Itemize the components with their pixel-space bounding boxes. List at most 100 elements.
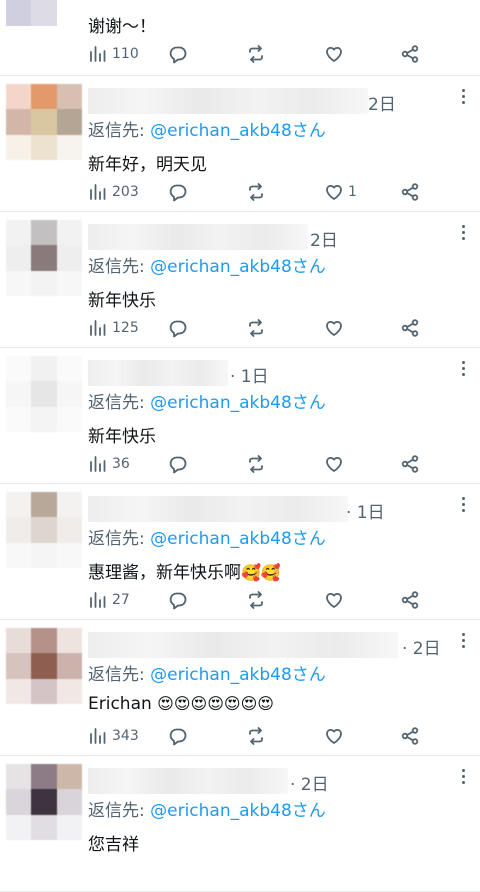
more-dots-icon[interactable] [460,630,466,651]
like-button[interactable] [324,44,348,64]
post-text: 谢谢～！ [88,17,156,37]
more-dots-icon[interactable] [460,766,466,787]
heart-icon [324,454,344,474]
author-name-blurred[interactable] [88,360,228,386]
views-button[interactable]: 110 [88,44,139,64]
share-button[interactable] [400,454,420,474]
share-button[interactable] [400,44,420,64]
reply-handle-link[interactable]: @erichan_akb48さん [150,665,326,685]
action-bar: 36 [88,454,480,478]
share-icon [400,590,420,610]
like-button[interactable] [324,318,348,338]
avatar[interactable] [6,764,82,840]
repost-button[interactable] [246,454,266,474]
share-button[interactable] [400,590,420,610]
reply-button[interactable] [168,318,188,338]
author-name-blurred[interactable] [88,224,308,250]
views-button[interactable]: 36 [88,454,130,474]
more-dots-icon[interactable] [460,222,466,243]
post-timestamp[interactable]: · 2日 [290,770,329,795]
views-button[interactable]: 125 [88,318,139,338]
reply-handle-link[interactable]: @erichan_akb48さん [150,801,326,821]
like-button[interactable] [324,726,348,746]
repost-arrows-icon [246,182,266,202]
avatar[interactable] [6,84,82,160]
reply-prefix: 返信先: [88,121,151,141]
like-button[interactable] [324,454,348,474]
repost-arrows-icon [246,318,266,338]
reply-post[interactable]: 2日返信先: @erichan_akb48さん新年好，明天见 203 1 [0,76,480,212]
bar-chart-icon [88,318,108,338]
speech-bubble-icon [168,726,188,746]
reply-handle-link[interactable]: @erichan_akb48さん [150,121,326,141]
views-count: 36 [112,456,130,472]
avatar[interactable] [6,628,82,704]
repost-arrows-icon [246,590,266,610]
reply-button[interactable] [168,182,188,202]
repost-button[interactable] [246,318,266,338]
post-timestamp[interactable]: 2日 [368,90,396,115]
likes-count: 1 [348,184,357,200]
repost-arrows-icon [246,454,266,474]
post-timestamp[interactable]: · 1日 [346,498,385,523]
post-timestamp[interactable]: 2日 [310,226,338,251]
action-bar: 27 [88,590,480,614]
reply-to-line: 返信先: @erichan_akb48さん [88,252,326,277]
reply-button[interactable] [168,726,188,746]
more-dots-icon[interactable] [460,358,466,379]
post-text: 惠理酱，新年快乐啊🥰🥰 [88,558,281,583]
author-name-blurred[interactable] [88,88,368,114]
reply-button[interactable] [168,454,188,474]
post-text: 您吉祥 [88,830,139,855]
author-name-blurred[interactable] [88,496,348,522]
action-bar: 110 [88,44,480,68]
reply-handle-link[interactable]: @erichan_akb48さん [150,393,326,413]
more-dots-icon[interactable] [460,494,466,515]
repost-button[interactable] [246,726,266,746]
share-icon [400,182,420,202]
reply-prefix: 返信先: [88,801,151,821]
views-button[interactable]: 203 [88,182,139,202]
avatar[interactable] [6,220,82,296]
author-name-blurred[interactable] [88,768,288,794]
post-text-body: Erichan [88,694,158,714]
author-name-blurred[interactable] [88,632,398,658]
share-button[interactable] [400,182,420,202]
reply-post[interactable]: 谢谢～！ 110 [0,0,480,76]
post-timestamp[interactable]: · 2日 [402,634,441,659]
reply-to-line: 返信先: @erichan_akb48さん [88,116,326,141]
reply-post[interactable]: · 1日 返信先: @erichan_akb48さん 新年快乐 36 [0,348,480,484]
views-count: 343 [112,728,139,744]
like-button[interactable]: 1 [324,182,357,202]
views-count: 203 [112,184,139,200]
avatar[interactable] [6,492,82,568]
share-button[interactable] [400,318,420,338]
reply-prefix: 返信先: [88,393,151,413]
reply-button[interactable] [168,44,188,64]
avatar[interactable] [6,356,82,432]
reply-handle-link[interactable]: @erichan_akb48さん [150,529,326,549]
repost-button[interactable] [246,182,266,202]
like-button[interactable] [324,590,348,610]
repost-button[interactable] [246,590,266,610]
reply-prefix: 返信先: [88,529,151,549]
post-emojis: 🥰🥰 [241,563,281,582]
action-bar: 203 1 [88,182,480,206]
speech-bubble-icon [168,318,188,338]
views-button[interactable]: 343 [88,726,139,746]
repost-arrows-icon [246,726,266,746]
more-dots-icon[interactable] [460,86,466,107]
reply-post[interactable]: · 1日返信先: @erichan_akb48さん惠理酱，新年快乐啊🥰🥰 27 [0,484,480,620]
reply-post[interactable]: 2日 返信先: @erichan_akb48さん 新年快乐 125 [0,212,480,348]
views-button[interactable]: 27 [88,590,130,610]
post-timestamp[interactable]: · 1日 [230,362,269,387]
avatar[interactable] [6,0,82,26]
share-button[interactable] [400,726,420,746]
repost-button[interactable] [246,44,266,64]
share-icon [400,44,420,64]
reply-handle-link[interactable]: @erichan_akb48さん [150,257,326,277]
reply-post[interactable]: · 2日返信先: @erichan_akb48さん 您吉祥 [0,756,480,892]
post-text-body: 新年好，明天见 [88,155,207,175]
reply-post[interactable]: · 2日 返信先: @erichan_akb48さん Erichan 😍😍😍😍😍😍😍… [0,620,480,756]
reply-button[interactable] [168,590,188,610]
